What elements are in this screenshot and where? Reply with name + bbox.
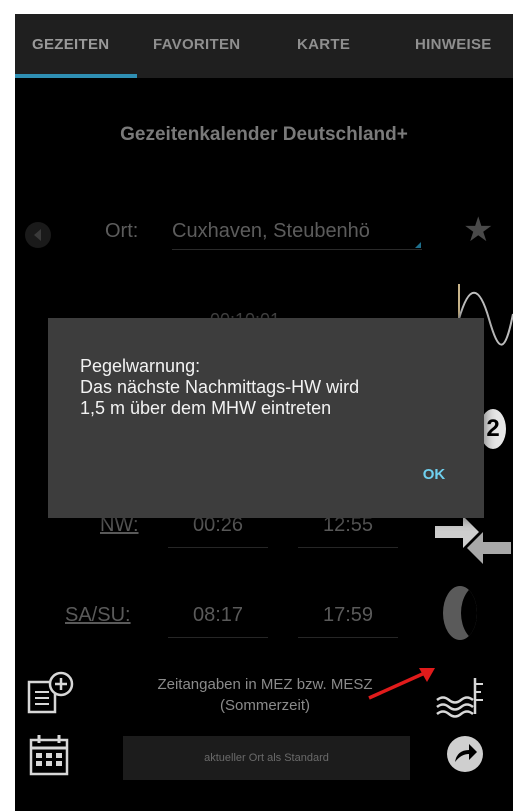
add-document-icon[interactable] bbox=[25, 670, 75, 716]
nw-time-1[interactable]: 00:26 bbox=[168, 514, 268, 548]
page-title: Gezeitenkalender Deutschland+ bbox=[120, 124, 408, 145]
sasu-time-2[interactable]: 17:59 bbox=[298, 604, 398, 638]
sasu-time-1[interactable]: 08:17 bbox=[168, 604, 268, 638]
moon-icon bbox=[443, 586, 477, 640]
tab-indicator bbox=[15, 74, 137, 78]
set-default-location-button[interactable]: aktueller Ort als Standard bbox=[123, 736, 410, 780]
annotation-arrow-icon bbox=[368, 668, 435, 700]
tab-bar: GEZEITEN FAVORITEN KARTE HINWEISE bbox=[15, 14, 513, 78]
tab-favoriten[interactable]: FAVORITEN bbox=[153, 36, 240, 53]
dialog-message: Pegelwarnung: Das nächste Nachmittags-HW… bbox=[80, 356, 460, 419]
back-icon[interactable] bbox=[25, 222, 51, 248]
tab-hinweise[interactable]: HINWEISE bbox=[415, 36, 492, 53]
warning-dialog: Pegelwarnung: Das nächste Nachmittags-HW… bbox=[48, 318, 484, 518]
tab-gezeiten[interactable]: GEZEITEN bbox=[32, 36, 109, 53]
dialog-title: Pegelwarnung: bbox=[80, 356, 201, 376]
text-handle bbox=[415, 242, 421, 248]
dialog-line-1: Das nächste Nachmittags-HW wird bbox=[80, 377, 360, 397]
app-screen: GEZEITEN FAVORITEN KARTE HINWEISE Gezeit… bbox=[15, 14, 513, 811]
ort-input[interactable]: Cuxhaven, Steubenhö bbox=[172, 220, 422, 250]
ort-label: Ort: bbox=[105, 220, 139, 242]
nw-time-2[interactable]: 12:55 bbox=[298, 514, 398, 548]
row-label-sasu: SA/SU: bbox=[65, 604, 131, 626]
share-icon[interactable] bbox=[445, 734, 485, 774]
calendar-icon[interactable] bbox=[29, 734, 69, 778]
ok-button[interactable]: OK bbox=[412, 462, 456, 488]
dialog-line-2: 1,5 m über dem MHW eintreten bbox=[80, 398, 332, 418]
tab-karte[interactable]: KARTE bbox=[297, 36, 350, 53]
star-icon[interactable]: ★ bbox=[463, 210, 493, 250]
